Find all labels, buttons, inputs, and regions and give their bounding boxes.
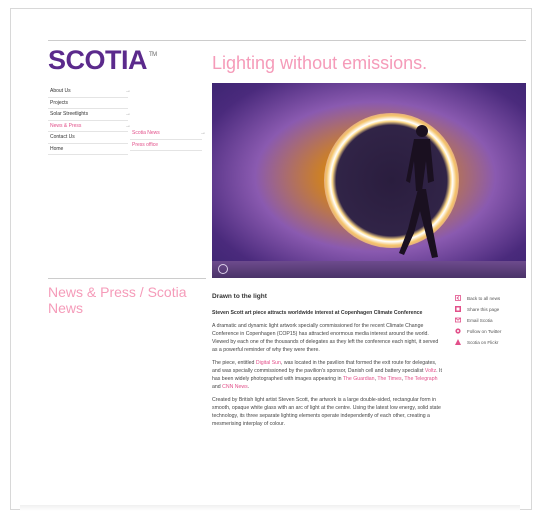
email-link[interactable]: Email Scotia (455, 315, 525, 326)
main-navigation: About Us → Projects Solar Streetlights →… (48, 86, 208, 155)
news-subnavigation: Scotia News → Press office (130, 128, 206, 151)
section-divider (48, 278, 206, 279)
scotia-logo[interactable]: SCOTIA TM (48, 45, 157, 76)
nav-item-news-press[interactable]: News & Press → (48, 121, 131, 132)
voltz-link[interactable]: Voltz (425, 368, 436, 374)
nav-item-label: News & Press (50, 122, 82, 129)
slideshow-icon[interactable] (218, 264, 228, 274)
hero-floor (212, 261, 526, 278)
share-item-label: Email Scotia (467, 318, 493, 323)
back-icon (455, 295, 461, 301)
subnav-item-scotia-news[interactable]: Scotia News → (130, 128, 206, 140)
subnav-item-label: Scotia News (132, 130, 160, 136)
twitter-link[interactable]: Follow on Twitter (455, 326, 525, 337)
nav-item-home[interactable]: Home (48, 144, 128, 155)
nav-item-contact-us[interactable]: Contact Us (48, 132, 128, 144)
share-links: Back to all news Share this page Email S… (455, 293, 525, 348)
share-item-label: Back to all news (467, 296, 501, 301)
share-item-label: Follow on Twitter (467, 329, 502, 334)
article-heading: Drawn to the light (212, 293, 267, 300)
subnav-item-label: Press office (132, 141, 159, 148)
email-icon (455, 317, 461, 323)
logo-text: SCOTIA (48, 45, 148, 75)
nav-item-label: About Us (50, 88, 71, 94)
share-item-label: Share this page (467, 307, 500, 312)
article-paragraph: The piece, entitled Digital Sun, was loc… (212, 359, 444, 391)
section-title: News & Press / Scotia News (48, 284, 187, 316)
guardian-link[interactable]: The Guardian (343, 376, 375, 382)
walking-man-silhouette (399, 125, 438, 258)
nav-item-label: Solar Streetlights (50, 111, 89, 117)
nav-item-label: Home (50, 145, 64, 152)
share-page-link[interactable]: Share this page (455, 304, 525, 315)
hero-image (212, 83, 526, 278)
frame-shadow (20, 505, 520, 511)
times-link[interactable]: The Times (377, 376, 401, 382)
header-divider (48, 40, 526, 41)
nav-item-solar-streetlights[interactable]: Solar Streetlights → (48, 109, 131, 121)
article-intro: Steven Scott art piece attracts worldwid… (212, 310, 423, 316)
arrow-right-icon: → (200, 130, 206, 136)
text-run: The piece, entitled (212, 360, 256, 366)
nav-item-label: Contact Us (50, 134, 75, 140)
share-item-label: Scotia on Flickr (467, 340, 499, 345)
flickr-link[interactable]: Scotia on Flickr (455, 337, 525, 348)
trademark-mark: TM (149, 52, 157, 58)
tagline: Lighting without emissions. (212, 53, 428, 73)
flickr-icon (455, 339, 461, 345)
telegraph-link[interactable]: The Telegraph (404, 376, 437, 382)
arrow-right-icon: → (125, 88, 131, 94)
digital-sun-link[interactable]: Digital Sun (256, 360, 281, 366)
arrow-right-icon: → (125, 111, 131, 117)
nav-item-projects[interactable]: Projects (48, 98, 128, 109)
subnav-item-press-office[interactable]: Press office (130, 140, 202, 151)
article-body: Drawn to the light Steven Scott art piec… (212, 293, 444, 433)
nav-item-label: Projects (50, 99, 69, 106)
article-paragraph: A dramatic and dynamic light artwork spe… (212, 323, 439, 353)
text-run: and (212, 384, 223, 390)
twitter-icon (455, 328, 461, 334)
back-to-news-link[interactable]: Back to all news (455, 293, 525, 304)
nav-item-about-us[interactable]: About Us → (48, 86, 131, 98)
text-run: . (247, 384, 250, 390)
share-icon (455, 306, 461, 312)
article-paragraph: Created by British light artist Steven S… (212, 397, 441, 427)
cnn-link[interactable]: CNN News (222, 384, 248, 390)
